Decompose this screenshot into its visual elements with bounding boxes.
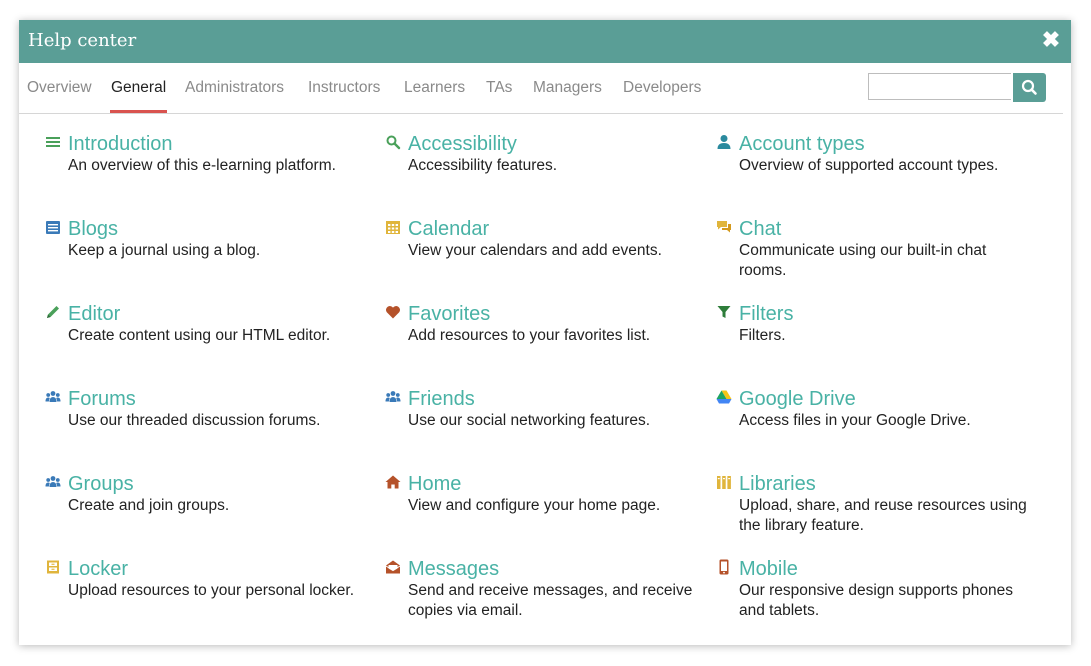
help-center-dialog: Help center ✖ Overview General Administr… bbox=[19, 20, 1071, 645]
topic-description: View and configure your home page. bbox=[408, 497, 661, 514]
people-icon bbox=[385, 391, 401, 402]
mobile-icon bbox=[719, 559, 729, 575]
topic-title[interactable]: Introduction bbox=[68, 132, 173, 156]
topic-title[interactable]: Friends bbox=[408, 387, 475, 411]
heart-icon bbox=[386, 306, 400, 319]
topic-title[interactable]: Locker bbox=[68, 557, 128, 581]
topic-description: Access files in your Google Drive. bbox=[739, 412, 971, 429]
topic-description: Upload resources to your personal locker… bbox=[68, 582, 355, 599]
tab-general[interactable]: General bbox=[109, 79, 168, 113]
pencil-icon bbox=[47, 306, 59, 318]
topic-title[interactable]: Calendar bbox=[408, 217, 489, 241]
topic-description: Keep a journal using a blog. bbox=[68, 242, 261, 259]
people-icon bbox=[45, 391, 61, 402]
tab-overview[interactable]: Overview bbox=[27, 79, 92, 97]
google-drive-icon bbox=[716, 390, 732, 404]
topic-title[interactable]: Mobile bbox=[739, 557, 798, 581]
close-icon[interactable]: ✖ bbox=[1041, 28, 1061, 52]
tab-administrators[interactable]: Administrators bbox=[185, 79, 284, 97]
calendar-icon bbox=[386, 221, 400, 234]
topic-title[interactable]: Libraries bbox=[739, 472, 816, 496]
topic-title[interactable]: Google Drive bbox=[739, 387, 856, 411]
topic-title[interactable]: Favorites bbox=[408, 302, 490, 326]
tab-learners[interactable]: Learners bbox=[404, 79, 465, 97]
topic-title[interactable]: Chat bbox=[739, 217, 781, 241]
home-icon bbox=[385, 475, 401, 489]
topic-description: Use our social networking features. bbox=[408, 412, 651, 429]
topic-title[interactable]: Home bbox=[408, 472, 461, 496]
tab-tas[interactable]: TAs bbox=[486, 79, 512, 97]
topic-description: Communicate using our built-in chat room… bbox=[739, 242, 987, 279]
topic-title[interactable]: Accessibility bbox=[408, 132, 517, 156]
envelope-icon bbox=[385, 560, 401, 574]
topic-description: Overview of supported account types. bbox=[739, 157, 999, 174]
tab-bar: Overview General Administrators Instruct… bbox=[19, 63, 1063, 114]
topic-description: Send and receive messages, and receive c… bbox=[408, 582, 693, 619]
topic-description: Create content using our HTML editor. bbox=[68, 327, 331, 344]
tab-developers[interactable]: Developers bbox=[623, 79, 701, 97]
topic-title[interactable]: Groups bbox=[68, 472, 134, 496]
people-icon bbox=[45, 476, 61, 487]
topic-description: Upload, share, and reuse resources using… bbox=[739, 497, 1027, 534]
topic-description: Our responsive design supports phones an… bbox=[739, 582, 1013, 619]
topic-title[interactable]: Account types bbox=[739, 132, 865, 156]
topic-title[interactable]: Blogs bbox=[68, 217, 118, 241]
topic-description: View your calendars and add events. bbox=[408, 242, 662, 259]
user-icon bbox=[717, 135, 731, 149]
filter-icon bbox=[717, 306, 731, 318]
topic-title[interactable]: Forums bbox=[68, 387, 136, 411]
topic-description: Use our threaded discussion forums. bbox=[68, 412, 321, 429]
search-input[interactable] bbox=[868, 73, 1011, 100]
magnifier-icon bbox=[386, 135, 401, 150]
locker-icon bbox=[47, 560, 59, 574]
topic-description: Accessibility features. bbox=[408, 157, 558, 174]
blog-icon bbox=[46, 221, 60, 234]
chat-icon bbox=[717, 221, 731, 233]
books-icon bbox=[717, 476, 731, 489]
dialog-title: Help center bbox=[28, 30, 137, 51]
list-icon bbox=[46, 137, 60, 147]
topic-title[interactable]: Filters bbox=[739, 302, 793, 326]
topic-title[interactable]: Editor bbox=[68, 302, 120, 326]
topic-title[interactable]: Messages bbox=[408, 557, 499, 581]
dialog-titlebar: Help center ✖ bbox=[19, 20, 1071, 63]
tab-managers[interactable]: Managers bbox=[533, 79, 602, 97]
search-button[interactable] bbox=[1013, 73, 1046, 102]
topic-description: An overview of this e-learning platform. bbox=[68, 157, 336, 174]
topic-description: Filters. bbox=[739, 327, 786, 344]
topic-description: Create and join groups. bbox=[68, 497, 230, 514]
search-box bbox=[868, 73, 1046, 102]
tab-instructors[interactable]: Instructors bbox=[308, 79, 380, 97]
topic-description: Add resources to your favorites list. bbox=[408, 327, 651, 344]
search-icon bbox=[1021, 79, 1037, 95]
